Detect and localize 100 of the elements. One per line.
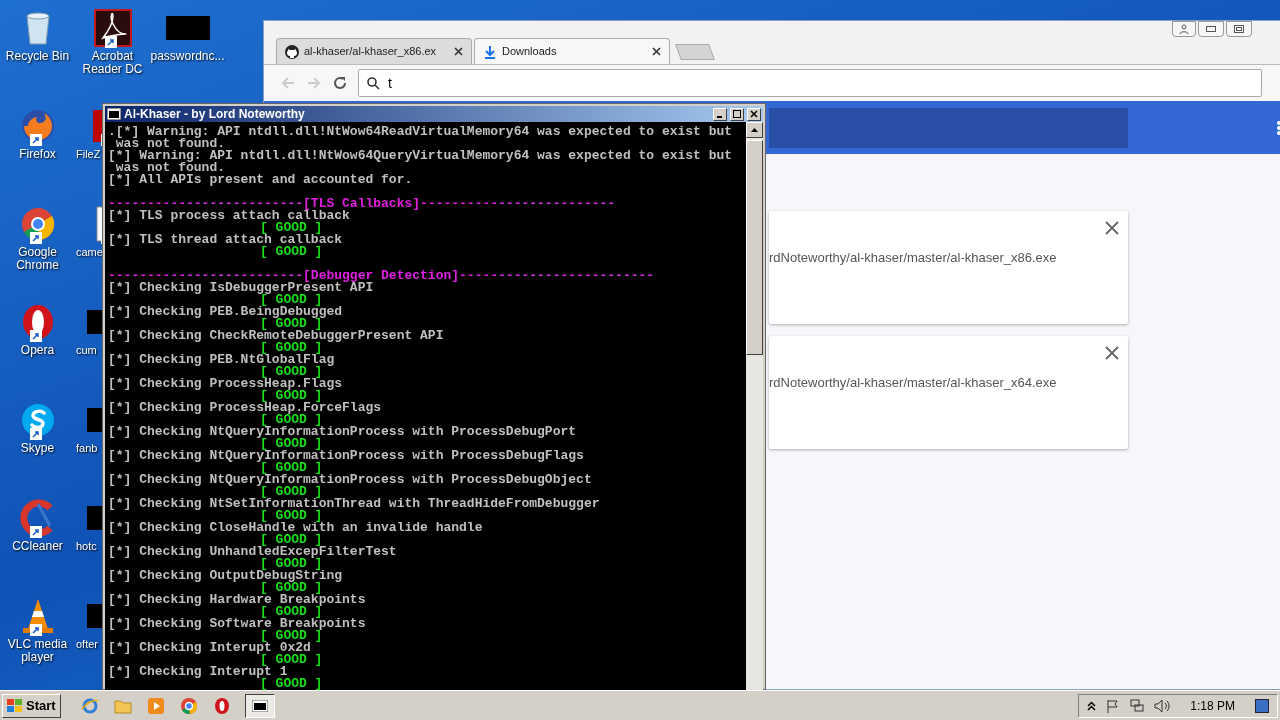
console-line: [*] Checking NtQueryInformationProcess with ProcessDebugObject: [108, 474, 593, 486]
download-url[interactable]: rdNoteworthy/al-khaser/master/al-khaser_x64.exe: [769, 373, 1057, 449]
desktop-icon-label[interactable]: Skype: [0, 442, 75, 455]
console-line: [*] Checking ProcessHeap.ForceFlags: [108, 402, 383, 414]
windows-logo-icon: [7, 698, 23, 713]
shortcut-arrow-icon: [29, 428, 42, 440]
cat-icon: [285, 44, 299, 59]
status-text: [ GOOD ]: [260, 244, 323, 259]
close-icon[interactable]: [652, 47, 661, 56]
pdf-icon: [92, 8, 133, 48]
status-text: [ GOOD ]: [260, 652, 323, 667]
thumbnail-icon: [165, 16, 210, 40]
console-line: [*] Checking NtSetInformationThread with ThreadHideFromDebugger: [108, 498, 601, 510]
desktop-icon-label[interactable]: cum: [76, 344, 97, 357]
download-url[interactable]: rdNoteworthy/al-khaser/master/al-khaser_x86.exe: [769, 248, 1057, 324]
desktop-icon-label[interactable]: Firefox: [0, 148, 75, 161]
internet-explorer-icon[interactable]: [80, 696, 99, 715]
scroll-up-icon[interactable]: [751, 128, 758, 132]
scroll-thumb[interactable]: [746, 140, 763, 355]
console-line: [*] Checking ProcessHeap.Flags: [108, 378, 344, 390]
console-line: [*] Checking OutputDebugString: [108, 570, 344, 582]
console-line: [*] TLS thread attach callback: [108, 234, 344, 246]
address-bar[interactable]: t: [358, 69, 1262, 97]
desktop-icon-label[interactable]: hotc: [76, 540, 97, 553]
network-icon[interactable]: [1130, 698, 1145, 713]
status-text: [ GOOD ]: [260, 460, 323, 475]
status-text: [ GOOD ]: [260, 220, 323, 235]
reload-icon[interactable]: [332, 75, 348, 91]
browser-tab[interactable]: al-khaser/al-khaser_x86.ex: [276, 38, 472, 64]
console-line: [*] Checking NtQueryInformationProcess with ProcessDebugPort: [108, 426, 578, 438]
window-title: Al-Khaser - by Lord Noteworthy: [124, 106, 306, 123]
tab-title: Downloads: [502, 44, 558, 60]
console-line: [*] Checking CheckRemoteDebuggerPresent API: [108, 330, 445, 342]
shortcut-arrow-icon: [29, 330, 42, 342]
desktop-icon-label[interactable]: ofter: [76, 638, 98, 651]
console-line: [*] TLS process attach callback: [108, 210, 350, 222]
close-icon: [750, 110, 758, 118]
restore-icon: [1234, 25, 1244, 33]
desktop-icon-label[interactable]: Google Chrome: [0, 246, 75, 272]
browser-tab[interactable]: Downloads: [474, 38, 670, 64]
console-line: [*] Checking IsDebuggerPresent API: [108, 282, 375, 294]
chevron-up-icon[interactable]: [1087, 700, 1097, 711]
console-line: [*] Checking PEB.BeingDebugged: [108, 306, 344, 318]
console-line: [*] Checking PEB.NtGlobalFlag: [108, 354, 336, 366]
flag-icon[interactable]: [1106, 698, 1121, 713]
menu-icon[interactable]: [1276, 119, 1280, 136]
show-desktop-button[interactable]: [1255, 698, 1269, 713]
console-line: .[*] Warning: API ntdll.dll!NtWow64ReadVirtualMemory64 was expected to exist but: [108, 126, 734, 138]
desktop-icon-label[interactable]: VLC media player: [0, 638, 75, 664]
console-line: [*] Checking Interupt 0x2d: [108, 642, 312, 654]
close-button[interactable]: [747, 107, 761, 121]
shortcut-arrow-icon: [29, 134, 42, 146]
console-line: was not found.: [115, 162, 226, 174]
console-line: was not found.: [115, 138, 226, 150]
console-line: [*] Checking Software Breakpoints: [108, 618, 367, 630]
status-text: [ GOOD ]: [260, 484, 323, 499]
maximize-button[interactable]: [1226, 21, 1252, 37]
chrome-icon[interactable]: [179, 696, 198, 715]
search-icon: [367, 76, 380, 90]
desktop-icon-label[interactable]: came: [76, 246, 103, 259]
start-button[interactable]: Start: [2, 693, 61, 718]
profile-button[interactable]: [1172, 21, 1196, 37]
status-text: [ GOOD ]: [260, 532, 323, 547]
console-icon: [251, 699, 268, 712]
remove-button[interactable]: [1105, 221, 1119, 235]
status-text: [ GOOD ]: [260, 436, 323, 451]
desktop-icon-label[interactable]: fanb: [76, 442, 98, 455]
console-line: [*] Checking NtQueryInformationProcess with ProcessDebugFlags: [108, 450, 585, 462]
section-header: -------------------------[TLS Callbacks]-------------------------: [108, 198, 617, 210]
close-icon: [1105, 221, 1119, 235]
console-line: [*] All APIs present and accounted for.: [108, 174, 414, 186]
opera-icon[interactable]: [212, 696, 231, 715]
status-text: [ GOOD ]: [260, 676, 323, 690]
status-text: [ GOOD ]: [260, 364, 323, 379]
maximize-icon: [733, 110, 741, 118]
download-icon: [483, 44, 497, 59]
task-button[interactable]: [244, 693, 275, 718]
shortcut-arrow-icon: [29, 232, 42, 244]
close-icon: [1105, 346, 1119, 360]
desktop-icon-label[interactable]: Opera: [0, 344, 75, 357]
scrollbar[interactable]: [746, 122, 763, 690]
minimize-button[interactable]: [1198, 21, 1224, 37]
section-header: -------------------------[Debugger Detection]-------------------------: [108, 270, 656, 282]
tab-title: al-khaser/al-khaser_x86.ex: [304, 44, 438, 60]
console-line: [*] Checking CloseHandle with an invalide handle: [108, 522, 484, 534]
desktop-icon-label[interactable]: passwordnc...: [150, 50, 225, 63]
desktop-icon-label[interactable]: CCleaner: [0, 540, 75, 553]
console-line: [*] Checking UnhandledExcepFilterTest: [108, 546, 398, 558]
person-icon: [1179, 24, 1189, 34]
volume-icon[interactable]: [1154, 698, 1171, 713]
status-text: [ GOOD ]: [260, 340, 323, 355]
desktop-icon-label[interactable]: Acrobat Reader DC: [75, 50, 150, 76]
console-line: [*] Checking Hardware Breakpoints: [108, 594, 367, 606]
desktop-icon-label[interactable]: Recycle Bin: [0, 50, 75, 63]
remove-button[interactable]: [1105, 346, 1119, 360]
desktop-icon-label[interactable]: FileZ: [76, 148, 101, 161]
console-icon: [107, 108, 121, 120]
close-icon[interactable]: [454, 47, 463, 56]
console-line: [*] Checking Interupt 1: [108, 666, 288, 678]
status-text: [ GOOD ]: [260, 508, 323, 523]
